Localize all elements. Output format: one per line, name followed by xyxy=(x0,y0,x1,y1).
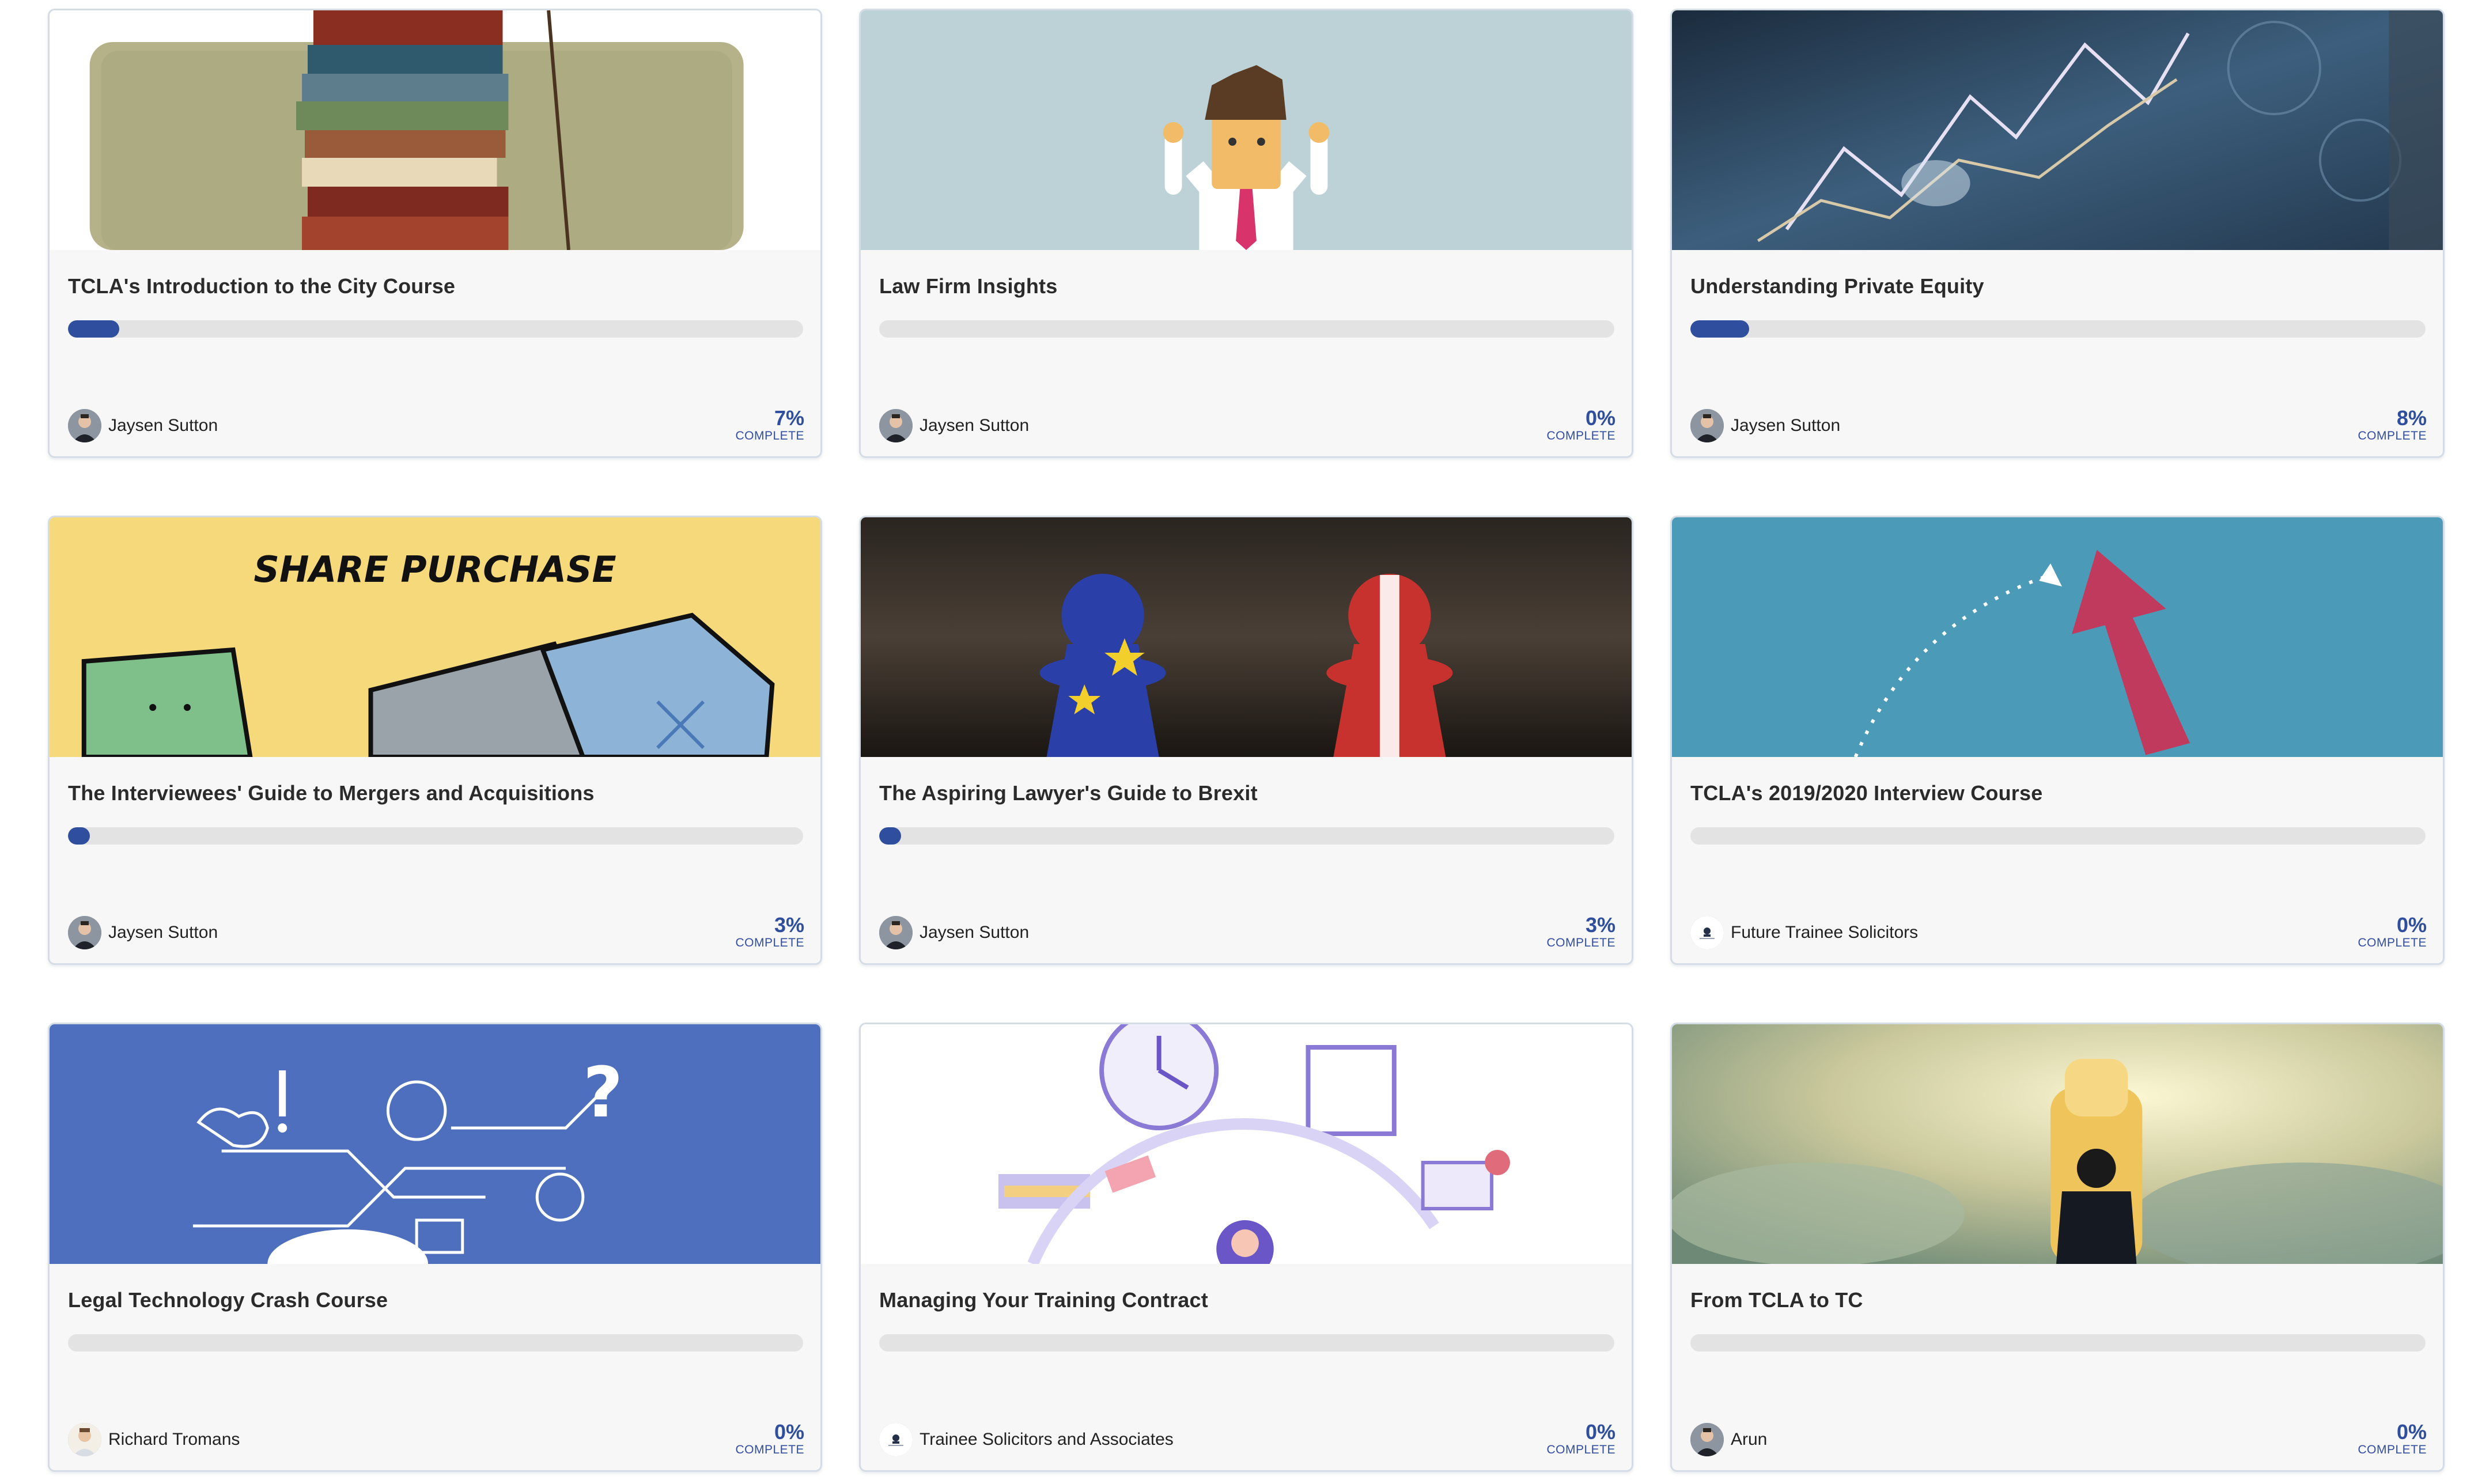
progress-fill xyxy=(1690,320,1750,338)
author-name: Jaysen Sutton xyxy=(920,923,1030,942)
course-title[interactable]: TCLA's Introduction to the City Course xyxy=(68,274,455,298)
course-card[interactable]: Managing Your Training Contract Trainee … xyxy=(859,1023,1633,1472)
course-card[interactable]: Law Firm Insights Jaysen Sutton 0% COMPL… xyxy=(859,9,1633,458)
avatar xyxy=(879,916,913,949)
course-thumbnail[interactable] xyxy=(1672,517,2443,757)
progress-bar xyxy=(1690,827,2426,845)
course-title[interactable]: The Interviewees' Guide to Mergers and A… xyxy=(68,781,595,805)
author-name: Jaysen Sutton xyxy=(920,416,1030,435)
course-title[interactable]: Law Firm Insights xyxy=(879,274,1057,298)
author-name: Arun xyxy=(1731,1430,1768,1449)
avatar xyxy=(1690,916,1724,949)
author-name: Trainee Solicitors and Associates xyxy=(920,1430,1174,1449)
completion-status: 0% COMPLETE xyxy=(1546,1422,1615,1458)
course-author: Jaysen Sutton xyxy=(68,409,218,442)
course-author: Arun xyxy=(1690,1423,1767,1456)
completion-percent: 3% xyxy=(1585,913,1615,937)
completion-percent: 8% xyxy=(2396,406,2427,430)
avatar xyxy=(879,1423,913,1456)
author-name: Richard Tromans xyxy=(108,1430,240,1449)
course-author: Jaysen Sutton xyxy=(68,916,218,949)
author-name: Jaysen Sutton xyxy=(108,416,218,435)
completion-percent: 0% xyxy=(2396,913,2427,937)
course-card[interactable]: ? Legal Technology Crash Course Richard … xyxy=(48,1023,822,1472)
course-title[interactable]: Legal Technology Crash Course xyxy=(68,1288,388,1312)
completion-status: 0% COMPLETE xyxy=(2358,915,2427,951)
complete-label: COMPLETE xyxy=(735,936,804,949)
progress-bar xyxy=(879,827,1614,845)
completion-status: 3% COMPLETE xyxy=(1546,915,1615,951)
complete-label: COMPLETE xyxy=(2358,429,2427,442)
svg-text:SHARE PURCHASE: SHARE PURCHASE xyxy=(254,549,616,590)
completion-percent: 0% xyxy=(1585,1420,1615,1444)
progress-fill xyxy=(68,320,120,338)
progress-fill xyxy=(68,827,90,845)
course-title[interactable]: Managing Your Training Contract xyxy=(879,1288,1208,1312)
complete-label: COMPLETE xyxy=(2358,1443,2427,1456)
course-grid: TCLA's Introduction to the City Course J… xyxy=(48,9,2445,1472)
completion-status: 3% COMPLETE xyxy=(735,915,804,951)
completion-status: 0% COMPLETE xyxy=(735,1422,804,1458)
complete-label: COMPLETE xyxy=(1546,936,1615,949)
complete-label: COMPLETE xyxy=(2358,936,2427,949)
course-thumbnail[interactable] xyxy=(1672,10,2443,250)
course-thumbnail[interactable] xyxy=(861,1024,1632,1264)
course-title[interactable]: The Aspiring Lawyer's Guide to Brexit xyxy=(879,781,1258,805)
avatar xyxy=(68,409,101,442)
course-card[interactable]: TCLA's Introduction to the City Course J… xyxy=(48,9,822,458)
progress-bar xyxy=(1690,1334,2426,1352)
course-author: Future Trainee Solicitors xyxy=(1690,916,1918,949)
course-author: Richard Tromans xyxy=(68,1423,240,1456)
completion-status: 0% COMPLETE xyxy=(1546,408,1615,444)
course-author: Jaysen Sutton xyxy=(879,916,1029,949)
avatar xyxy=(68,916,101,949)
course-card[interactable]: From TCLA to TC Arun 0% COMPLETE xyxy=(1670,1023,2445,1472)
complete-label: COMPLETE xyxy=(735,1443,804,1456)
course-thumbnail[interactable]: SHARE PURCHASE xyxy=(50,517,820,757)
completion-status: 0% COMPLETE xyxy=(2358,1422,2427,1458)
author-name: Jaysen Sutton xyxy=(108,923,218,942)
progress-bar xyxy=(68,320,803,338)
course-author: Jaysen Sutton xyxy=(1690,409,1840,442)
course-thumbnail[interactable] xyxy=(861,517,1632,757)
course-title[interactable]: From TCLA to TC xyxy=(1690,1288,1863,1312)
course-thumbnail[interactable] xyxy=(50,10,820,250)
course-card[interactable]: TCLA's 2019/2020 Interview Course Future… xyxy=(1670,516,2445,965)
progress-bar xyxy=(1690,320,2426,338)
avatar xyxy=(1690,409,1724,442)
complete-label: COMPLETE xyxy=(735,429,804,442)
complete-label: COMPLETE xyxy=(1546,1443,1615,1456)
progress-bar xyxy=(68,1334,803,1352)
avatar xyxy=(1690,1423,1724,1456)
progress-bar xyxy=(68,827,803,845)
svg-text:?: ? xyxy=(583,1053,623,1133)
author-name: Future Trainee Solicitors xyxy=(1731,923,1919,942)
course-author: Jaysen Sutton xyxy=(879,409,1029,442)
progress-bar xyxy=(879,1334,1614,1352)
completion-status: 8% COMPLETE xyxy=(2358,408,2427,444)
course-card[interactable]: SHARE PURCHASE The Interviewees' Guide t… xyxy=(48,516,822,965)
complete-label: COMPLETE xyxy=(1546,429,1615,442)
course-title[interactable]: Understanding Private Equity xyxy=(1690,274,1984,298)
avatar xyxy=(879,409,913,442)
author-name: Jaysen Sutton xyxy=(1731,416,1841,435)
course-thumbnail[interactable] xyxy=(1672,1024,2443,1264)
completion-percent: 0% xyxy=(1585,406,1615,430)
course-title[interactable]: TCLA's 2019/2020 Interview Course xyxy=(1690,781,2042,805)
progress-bar xyxy=(879,320,1614,338)
course-author: Trainee Solicitors and Associates xyxy=(879,1423,1174,1456)
completion-percent: 0% xyxy=(2396,1420,2427,1444)
completion-percent: 7% xyxy=(774,406,804,430)
progress-fill xyxy=(879,827,902,845)
course-thumbnail[interactable] xyxy=(861,10,1632,250)
completion-status: 7% COMPLETE xyxy=(735,408,804,444)
completion-percent: 0% xyxy=(774,1420,804,1444)
avatar xyxy=(68,1423,101,1456)
course-card[interactable]: The Aspiring Lawyer's Guide to Brexit Ja… xyxy=(859,516,1633,965)
course-thumbnail[interactable]: ? xyxy=(50,1024,820,1264)
completion-percent: 3% xyxy=(774,913,804,937)
course-card[interactable]: Understanding Private Equity Jaysen Sutt… xyxy=(1670,9,2445,458)
